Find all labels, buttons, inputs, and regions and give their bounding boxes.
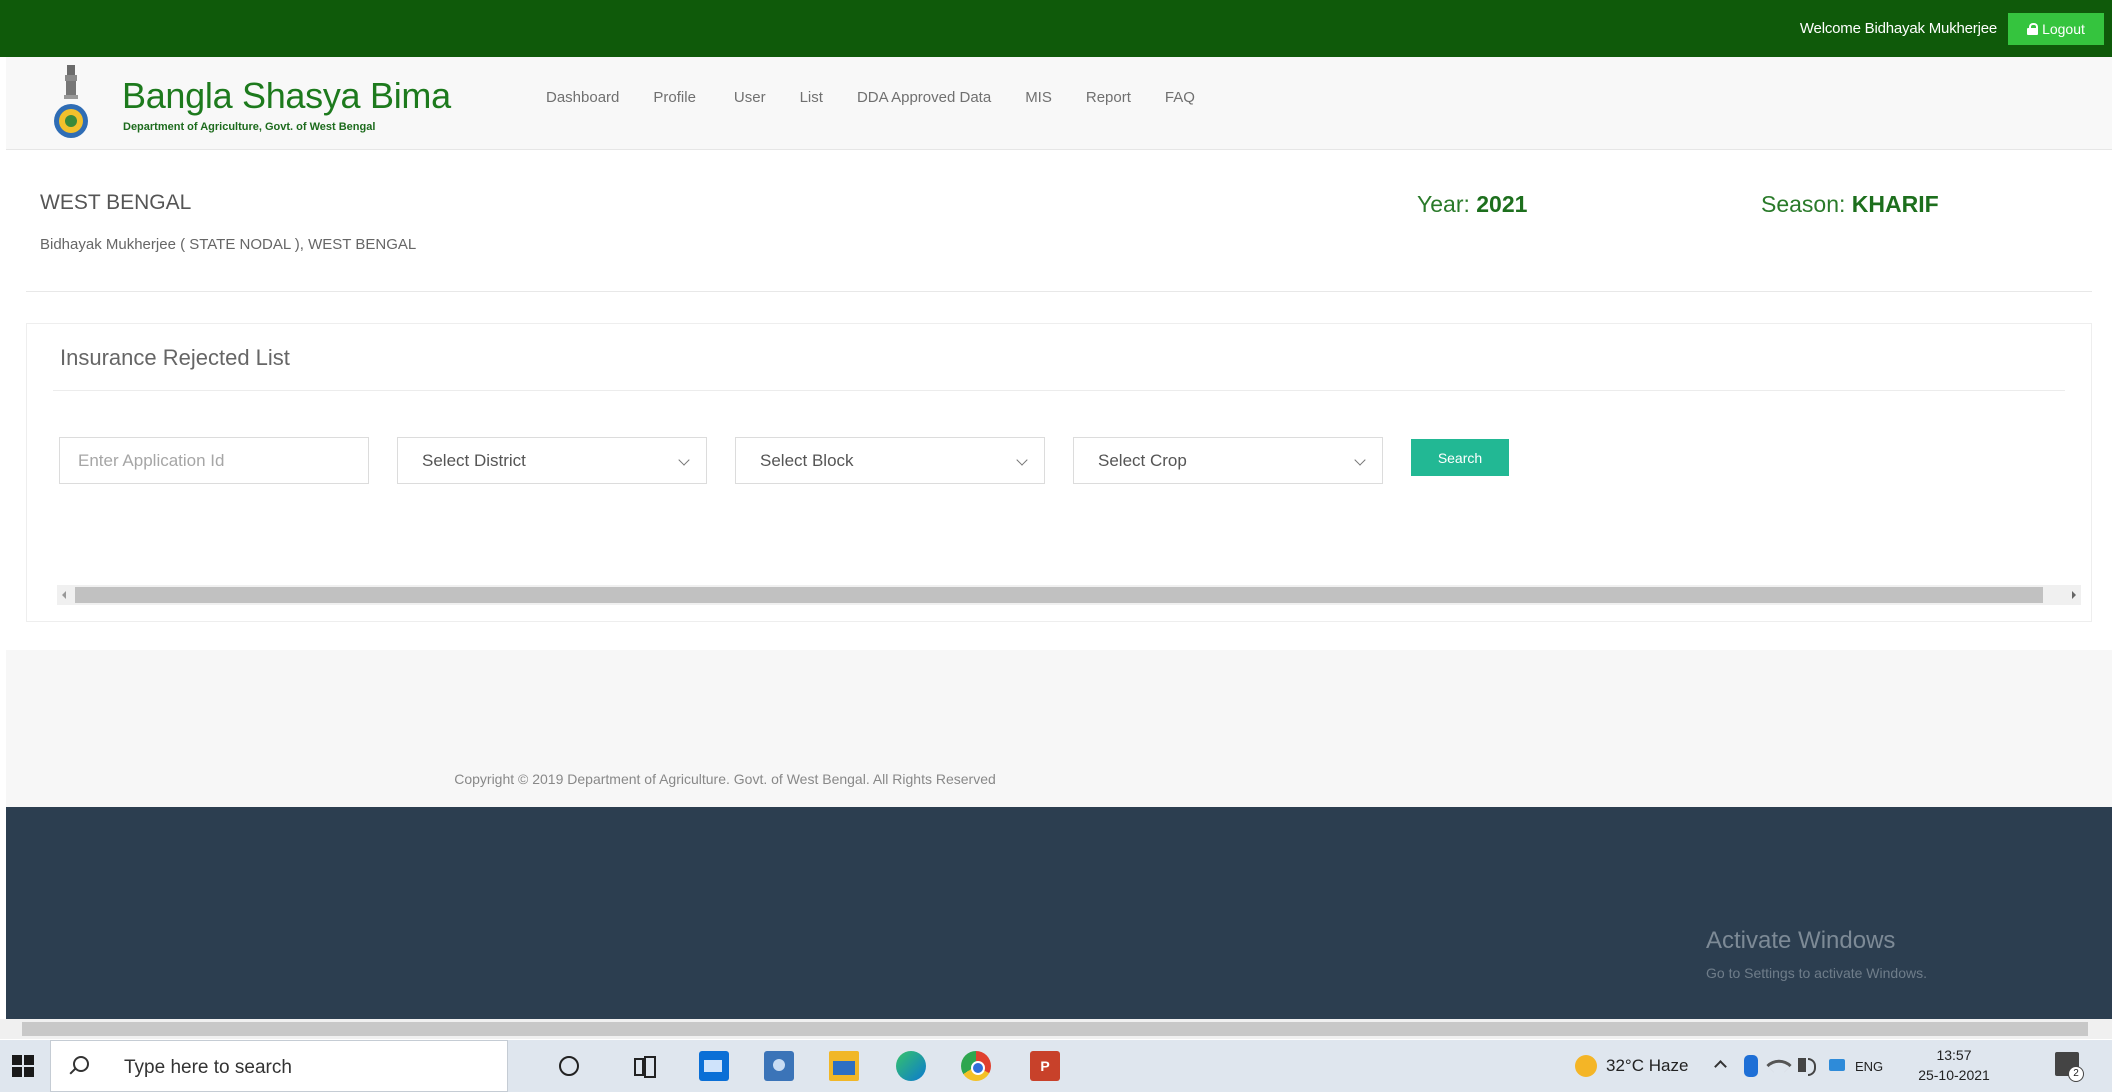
block-select-value: Select Block [760, 450, 854, 470]
crop-select-value: Select Crop [1098, 450, 1187, 470]
edge-browser-icon[interactable] [896, 1051, 926, 1081]
footer-light: Copyright © 2019 Department of Agricultu… [6, 650, 2112, 807]
year-value: 2021 [1476, 191, 1528, 217]
windows-start-icon[interactable] [12, 1055, 34, 1077]
language-indicator[interactable]: ENG [1855, 1059, 1883, 1074]
nav-list[interactable]: List [800, 89, 823, 106]
task-view-icon[interactable] [632, 1054, 656, 1078]
brand-title: Bangla Shasya Bima [122, 75, 451, 116]
welcome-text: Welcome Bidhayak Mukherjee [1799, 20, 1997, 37]
volume-icon[interactable] [1798, 1058, 1816, 1076]
season-label: Season: [1761, 191, 1846, 217]
taskbar-search-placeholder: Type here to search [124, 1057, 292, 1078]
nav-report[interactable]: Report [1086, 89, 1131, 106]
weather-text[interactable]: 32°C Haze [1606, 1056, 1688, 1076]
chevron-down-icon [1354, 454, 1366, 466]
clock-date[interactable]: 25-10-2021 [1904, 1067, 2004, 1083]
district-select[interactable]: Select District [397, 437, 707, 484]
nav-faq[interactable]: FAQ [1165, 89, 1195, 106]
camera-icon[interactable] [764, 1051, 794, 1081]
crop-select[interactable]: Select Crop [1073, 437, 1383, 484]
search-icon [73, 1056, 89, 1072]
top-bar: Welcome Bidhayak Mukherjee Logout [0, 0, 2112, 57]
nav-mis[interactable]: MIS [1025, 89, 1052, 106]
divider [26, 291, 2092, 292]
west-bengal-emblem-icon [54, 65, 88, 138]
table-horizontal-scrollbar[interactable] [57, 585, 2081, 605]
user-role-line: Bidhayak Mukherjee ( STATE NODAL ), WEST… [40, 236, 417, 253]
powerpoint-icon[interactable]: P [1030, 1051, 1060, 1081]
activate-windows-title: Activate Windows [1706, 927, 1896, 954]
footer-dark: Activate Windows Go to Settings to activ… [6, 807, 2112, 1019]
nav-profile[interactable]: Profile [653, 89, 696, 106]
nav-dashboard[interactable]: Dashboard [546, 89, 619, 106]
mail-icon[interactable] [699, 1051, 729, 1081]
weather-sun-icon[interactable] [1575, 1055, 1597, 1077]
copyright-text: Copyright © 2019 Department of Agricultu… [454, 771, 996, 787]
battery-icon[interactable] [1829, 1059, 1845, 1071]
district-select-value: Select District [422, 450, 526, 470]
logout-label: Logout [2042, 21, 2085, 37]
season-value: KHARIF [1851, 191, 1939, 217]
season-display: Season: KHARIF [1761, 191, 1939, 218]
application-id-input[interactable] [59, 437, 369, 484]
chevron-down-icon [678, 454, 690, 466]
rejected-list-card: Insurance Rejected List Select District … [26, 323, 2092, 622]
card-divider [53, 390, 2065, 391]
chevron-down-icon [1016, 454, 1028, 466]
scroll-left-icon[interactable] [62, 591, 66, 599]
notification-count-badge: 2 [2068, 1066, 2084, 1082]
cortana-icon[interactable] [559, 1056, 579, 1076]
clock-time[interactable]: 13:57 [1904, 1047, 2004, 1063]
activate-windows-subtitle: Go to Settings to activate Windows. [1706, 965, 1927, 981]
windows-taskbar: Type here to search P 32°C Haze ENG 13:5… [0, 1040, 2112, 1092]
nav-user[interactable]: User [734, 89, 766, 106]
card-title: Insurance Rejected List [60, 345, 290, 370]
block-select[interactable]: Select Block [735, 437, 1045, 484]
file-explorer-icon[interactable] [829, 1051, 859, 1081]
bluetooth-icon[interactable] [1744, 1055, 1758, 1077]
taskbar-search-box[interactable]: Type here to search [50, 1040, 508, 1092]
logout-button[interactable]: Logout [2008, 13, 2104, 45]
brand-subtitle: Department of Agriculture, Govt. of West… [123, 121, 376, 133]
nav-dda-approved-data[interactable]: DDA Approved Data [857, 89, 991, 106]
page-horizontal-scrollbar[interactable] [0, 1019, 2112, 1039]
site-header: Bangla Shasya Bima Department of Agricul… [6, 57, 2112, 150]
scroll-right-icon[interactable] [2072, 591, 2076, 599]
page-scrollbar-thumb[interactable] [22, 1022, 2088, 1036]
wifi-icon[interactable] [1766, 1052, 1792, 1078]
year-label: Year: [1417, 191, 1470, 217]
chrome-browser-icon[interactable] [961, 1051, 991, 1081]
search-button[interactable]: Search [1411, 439, 1509, 476]
state-name: WEST BENGAL [40, 191, 192, 214]
lock-icon [2027, 23, 2039, 35]
scrollbar-thumb[interactable] [75, 587, 2043, 603]
main-nav: Dashboard Profile User List DDA Approved… [546, 89, 1229, 106]
year-display: Year: 2021 [1417, 191, 1527, 218]
show-hidden-icons-chevron-icon[interactable] [1714, 1060, 1727, 1073]
